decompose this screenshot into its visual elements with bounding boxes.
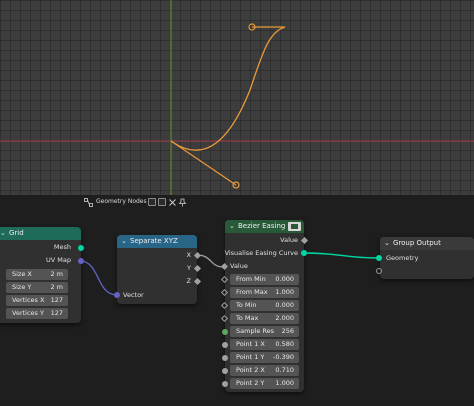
grid-vertices-x-field[interactable]: Vertices X 127 xyxy=(6,295,68,306)
grid-output-mesh: Mesh xyxy=(53,243,71,251)
bezier-curve-out-socket[interactable] xyxy=(301,250,307,256)
grid-uvmap-socket[interactable] xyxy=(78,258,84,264)
from-max-field[interactable]: From Max 1.000 xyxy=(230,287,299,298)
sample-res-socket[interactable] xyxy=(222,329,228,335)
grid-node-header[interactable]: ⌄ Grid xyxy=(0,227,81,240)
sample-res-field[interactable]: Sample Res 256 xyxy=(230,326,299,337)
link-x-value xyxy=(196,254,224,268)
grid-size-y-field[interactable]: Size Y 2 m xyxy=(6,282,68,293)
collapse-icon[interactable]: ⌄ xyxy=(384,237,390,250)
group-output-title: Group Output xyxy=(393,239,441,247)
separate-xyz-title: Separate XYZ xyxy=(130,237,178,245)
separate-input-vector: Vector xyxy=(123,291,144,299)
separate-xyz-node[interactable]: ⌄ Separate XYZ X Y Z Vector xyxy=(117,235,197,304)
node-group-icon xyxy=(288,222,301,231)
node-editor[interactable]: Geometry Nodes ⌄ Grid Mesh UV Map Size X… xyxy=(0,195,474,406)
to-max-field[interactable]: To Max 2.000 xyxy=(230,313,299,324)
point-1-y-socket[interactable] xyxy=(222,355,228,361)
grid-size-x-field[interactable]: Size X 2 m xyxy=(6,269,68,280)
group-output-header[interactable]: ⌄ Group Output xyxy=(380,237,474,250)
to-min-field[interactable]: To Min 0.000 xyxy=(230,300,299,311)
separate-vector-socket[interactable] xyxy=(114,292,120,298)
point-2-x-field[interactable]: Point 2 X 0.710 xyxy=(230,365,299,376)
bezier-input-value: Value xyxy=(230,262,248,270)
grid-vertices-y-field[interactable]: Vertices Y 127 xyxy=(6,308,68,319)
bezier-easing-header[interactable]: ⌄ Bezier Easing xyxy=(225,220,304,233)
separate-output-z: Z xyxy=(186,277,191,285)
bezier-output-value: Value xyxy=(280,236,298,244)
grid-node[interactable]: ⌄ Grid Mesh UV Map Size X 2 m Size Y 2 m… xyxy=(0,227,81,323)
group-output-geometry-socket[interactable] xyxy=(376,255,382,261)
handle-line-1 xyxy=(170,140,237,186)
point-1-x-socket[interactable] xyxy=(222,342,228,348)
viewport-canvas xyxy=(0,0,474,195)
grid-output-uvmap: UV Map xyxy=(46,256,71,264)
bezier-output-curve: Visualise Easing Curve xyxy=(224,249,298,257)
point-2-y-field[interactable]: Point 2 Y 1.000 xyxy=(230,378,299,389)
point-2-x-socket[interactable] xyxy=(222,368,228,374)
point-1-x-field[interactable]: Point 1 X 0.580 xyxy=(230,339,299,350)
link-uvmap-vector xyxy=(79,260,118,296)
bezier-easing-node[interactable]: ⌄ Bezier Easing Value Visualise Easing C… xyxy=(225,220,304,392)
separate-output-y: Y xyxy=(187,264,191,272)
collapse-icon[interactable]: ⌄ xyxy=(121,235,127,248)
point-2-y-socket[interactable] xyxy=(222,381,228,387)
grid-node-title: Grid xyxy=(9,229,24,237)
group-output-node[interactable]: ⌄ Group Output Geometry xyxy=(380,237,474,279)
point-1-y-field[interactable]: Point 1 Y -0.390 xyxy=(230,352,299,363)
collapse-icon[interactable]: ⌄ xyxy=(0,227,6,240)
3d-viewport[interactable] xyxy=(0,0,474,195)
separate-xyz-header[interactable]: ⌄ Separate XYZ xyxy=(117,235,197,248)
bezier-easing-title: Bezier Easing xyxy=(238,222,286,230)
group-output-geometry: Geometry xyxy=(386,254,419,262)
separate-output-x: X xyxy=(186,251,191,259)
collapse-icon[interactable]: ⌄ xyxy=(229,220,235,233)
group-output-empty-socket[interactable] xyxy=(376,268,382,274)
easing-curve xyxy=(170,26,286,151)
from-min-field[interactable]: From Min 0.000 xyxy=(230,274,299,285)
link-curve-geometry xyxy=(303,252,379,259)
grid-mesh-socket[interactable] xyxy=(78,245,84,251)
